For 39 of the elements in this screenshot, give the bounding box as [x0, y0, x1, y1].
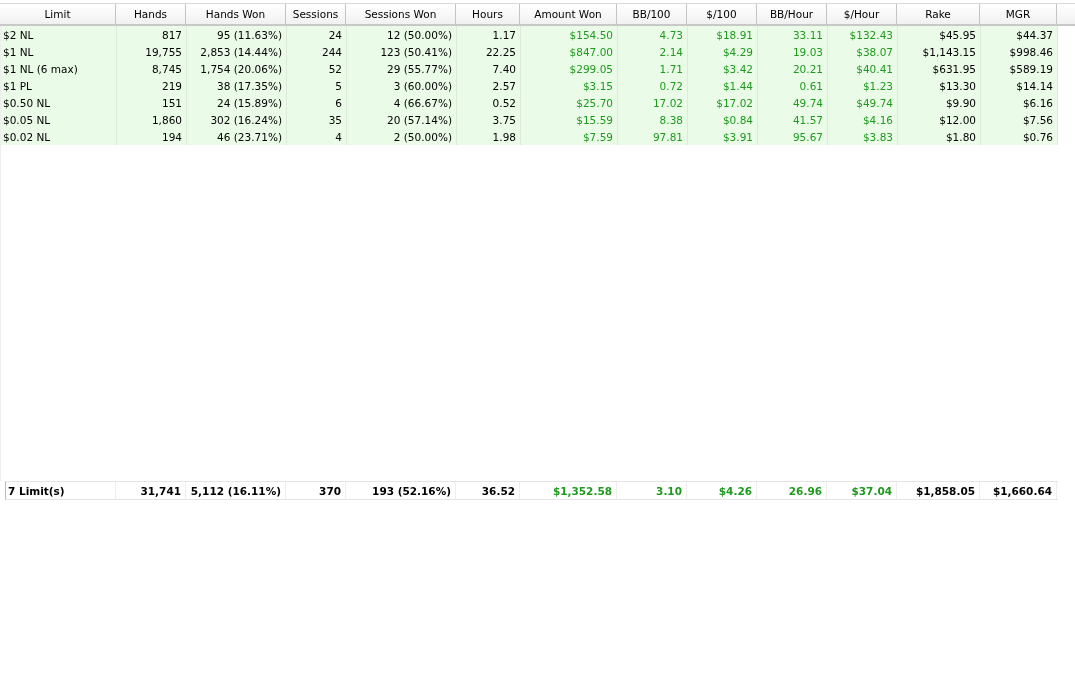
- column-header[interactable]: Rake: [897, 4, 980, 24]
- total-cell: 5,112 (16.11%): [186, 482, 286, 499]
- table-cell: $1.80: [898, 128, 981, 145]
- total-cell: $1,352.58: [520, 482, 617, 499]
- column-header[interactable]: MGR: [980, 4, 1057, 24]
- column-header[interactable]: Hours: [456, 4, 520, 24]
- column-header[interactable]: $/100: [687, 4, 757, 24]
- table-cell: 1.98: [457, 128, 521, 145]
- table-cell: $3.91: [688, 128, 758, 145]
- total-cell: $1,858.05: [897, 482, 980, 499]
- table-cell: $0.02 NL: [1, 128, 117, 145]
- table-cell: 4: [287, 128, 347, 145]
- total-cell: $37.04: [827, 482, 897, 499]
- column-header[interactable]: Sessions Won: [346, 4, 456, 24]
- total-cell: 370: [286, 482, 346, 499]
- total-cell: 193 (52.16%): [346, 482, 456, 499]
- table-cell: 46 (23.71%): [187, 128, 287, 145]
- total-cell: 7 Limit(s): [6, 482, 116, 499]
- column-header[interactable]: $/Hour: [827, 4, 897, 24]
- column-header[interactable]: Limit: [0, 4, 116, 24]
- column-header[interactable]: BB/Hour: [757, 4, 827, 24]
- table-cell: $0.76: [981, 128, 1058, 145]
- total-cell: 3.10: [617, 482, 687, 499]
- table-cell: 2 (50.00%): [347, 128, 457, 145]
- table-cell: $7.59: [521, 128, 618, 145]
- column-header[interactable]: Sessions: [286, 4, 346, 24]
- column-header[interactable]: BB/100: [617, 4, 687, 24]
- total-cell: $1,660.64: [980, 482, 1057, 499]
- total-cell: $4.26: [687, 482, 757, 499]
- column-header[interactable]: Hands: [116, 4, 186, 24]
- total-cell: 36.52: [456, 482, 520, 499]
- table-cell: 97.81: [618, 128, 688, 145]
- table-cell: 194: [117, 128, 187, 145]
- total-cell: 31,741: [116, 482, 186, 499]
- column-header[interactable]: Amount Won: [520, 4, 617, 24]
- total-cell: 26.96: [757, 482, 827, 499]
- table-cell: 95.67: [758, 128, 828, 145]
- table-cell: $3.83: [828, 128, 898, 145]
- column-header[interactable]: Hands Won: [186, 4, 286, 24]
